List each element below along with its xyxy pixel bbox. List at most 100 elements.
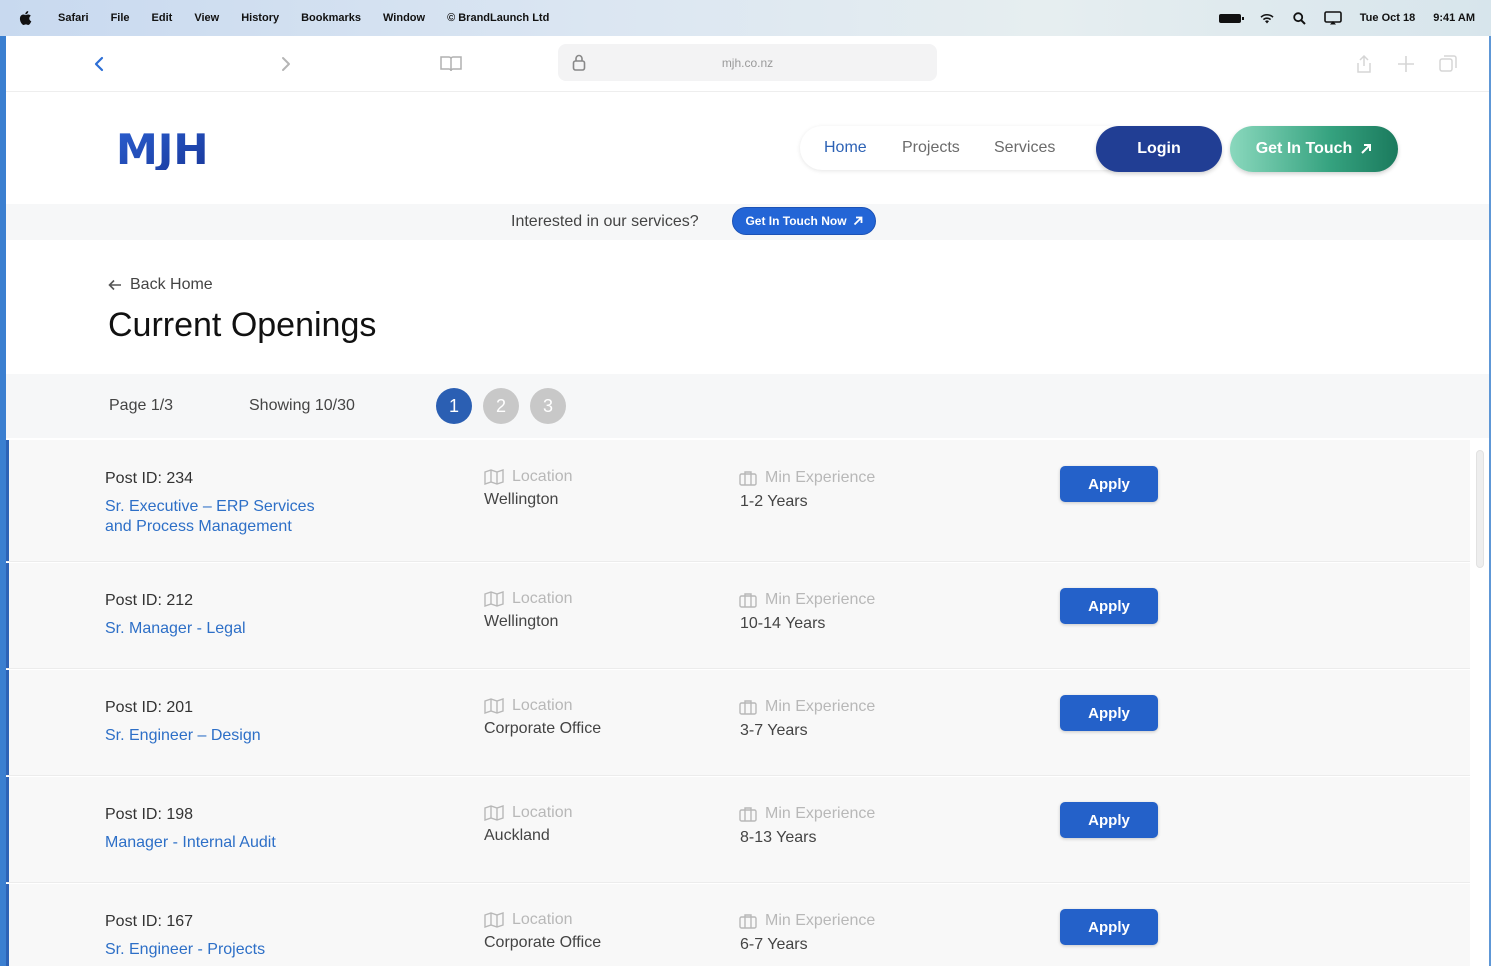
experience-value: 8-13 Years (740, 829, 817, 846)
row-accent (6, 777, 9, 882)
experience-value: 1-2 Years (740, 493, 808, 510)
location-label: Location (484, 911, 573, 929)
menu-history[interactable]: History (241, 12, 279, 24)
menu-file[interactable]: File (111, 12, 130, 24)
sidebar-book-icon[interactable] (439, 52, 463, 76)
apply-button[interactable]: Apply (1060, 695, 1158, 731)
page-indicator: Page 1/3 (109, 397, 174, 414)
row-accent (6, 563, 9, 668)
menu-bar: Safari File Edit View History Bookmarks … (0, 0, 1491, 36)
post-id: Post ID: 212 (105, 592, 194, 609)
page-button-3[interactable]: 3 (530, 388, 566, 424)
main-nav: Home Projects Services (800, 126, 1130, 170)
post-id: Post ID: 198 (105, 806, 194, 823)
post-id: Post ID: 167 (105, 913, 194, 930)
pagination-bar: Page 1/3 Showing 10/30 1 2 3 (6, 374, 1489, 438)
experience-label: Min Experience (739, 591, 875, 609)
screen-mirror-icon[interactable] (1323, 11, 1342, 25)
experience-value: 6-7 Years (740, 936, 808, 953)
scrollbar[interactable] (1472, 450, 1486, 568)
menu-edit[interactable]: Edit (152, 12, 173, 24)
mjh-logo[interactable]: MJH (116, 122, 216, 170)
apple-icon[interactable] (18, 10, 32, 26)
location-value: Wellington (484, 491, 559, 508)
location-label: Location (484, 590, 573, 608)
experience-value: 10-14 Years (740, 615, 826, 632)
scrollbar-thumb[interactable] (1476, 450, 1484, 568)
login-button[interactable]: Login (1096, 126, 1222, 172)
banner-button-label: Get In Touch Now (745, 214, 847, 228)
menu-safari[interactable]: Safari (58, 12, 89, 24)
menubar-date[interactable]: Tue Oct 18 (1360, 12, 1415, 24)
forward-arrow-icon[interactable] (274, 52, 298, 76)
nav-services[interactable]: Services (994, 139, 1055, 157)
get-in-touch-label: Get In Touch (1255, 140, 1353, 157)
nav-home[interactable]: Home (824, 139, 867, 157)
banner-text: Interested in our services? (511, 213, 699, 230)
login-label: Login (1137, 140, 1181, 157)
map-icon (484, 805, 504, 821)
row-accent (6, 884, 9, 966)
nav-projects[interactable]: Projects (902, 139, 960, 157)
apply-button[interactable]: Apply (1060, 802, 1158, 838)
page-button-2[interactable]: 2 (483, 388, 519, 424)
map-icon (484, 591, 504, 607)
back-home-label: Back Home (130, 276, 213, 293)
briefcase-icon (739, 471, 757, 486)
get-in-touch-now-button[interactable]: Get In Touch Now (732, 207, 876, 235)
experience-label: Min Experience (739, 805, 875, 823)
map-icon (484, 698, 504, 714)
page-title: Current Openings (108, 306, 377, 344)
get-in-touch-button[interactable]: Get In Touch (1230, 126, 1398, 172)
browser-window: mjh.co.nz MJH Home Projects Services Log… (6, 36, 1489, 966)
location-value: Corporate Office (484, 720, 602, 737)
logo-text: MJH (116, 125, 209, 170)
menu-window[interactable]: Window (383, 12, 425, 24)
battery-icon[interactable] (1218, 13, 1244, 23)
job-row: Post ID: 201 Sr. Engineer – Design Locat… (6, 670, 1470, 776)
experience-value: 3-7 Years (740, 722, 808, 739)
address-bar[interactable]: mjh.co.nz (558, 44, 937, 81)
new-tab-icon[interactable] (1394, 52, 1418, 76)
job-title-link[interactable]: Sr. Engineer – Design (105, 726, 345, 746)
location-label: Location (484, 804, 573, 822)
tab-overview-icon[interactable] (1436, 52, 1460, 76)
menu-copyright: © BrandLaunch Ltd (447, 12, 550, 24)
post-id: Post ID: 201 (105, 699, 194, 716)
url-text: mjh.co.nz (721, 55, 774, 70)
arrow-up-right-icon (853, 216, 862, 226)
lock-icon (572, 54, 586, 71)
location-value: Corporate Office (484, 934, 602, 951)
search-icon[interactable] (1293, 11, 1306, 25)
briefcase-icon (739, 914, 757, 929)
row-accent (6, 440, 9, 561)
services-banner: Interested in our services? Get In Touch… (6, 204, 1489, 240)
job-title-link[interactable]: Manager - Internal Audit (105, 833, 345, 853)
share-icon[interactable] (1352, 52, 1376, 76)
job-row: Post ID: 212 Sr. Manager - Legal Locatio… (6, 563, 1470, 669)
back-home-link[interactable]: Back Home (108, 276, 213, 294)
apply-button[interactable]: Apply (1060, 466, 1158, 502)
job-title-link[interactable]: Sr. Executive – ERP Services and Process… (105, 497, 345, 537)
menu-bookmarks[interactable]: Bookmarks (301, 12, 361, 24)
menubar-time[interactable]: 9:41 AM (1433, 12, 1475, 24)
arrow-left-icon (108, 279, 121, 291)
job-row: Post ID: 167 Sr. Engineer - Projects Loc… (6, 884, 1470, 966)
menu-view[interactable]: View (194, 12, 219, 24)
job-title-link[interactable]: Sr. Manager - Legal (105, 619, 345, 639)
map-icon (484, 912, 504, 928)
briefcase-icon (739, 700, 757, 715)
back-arrow-icon[interactable] (87, 52, 111, 76)
row-accent (6, 670, 9, 775)
job-list: Post ID: 234 Sr. Executive – ERP Service… (6, 440, 1470, 966)
wifi-icon[interactable] (1259, 12, 1275, 24)
arrow-up-right-icon (1361, 144, 1372, 154)
experience-label: Min Experience (739, 698, 875, 716)
apply-button[interactable]: Apply (1060, 909, 1158, 945)
post-id: Post ID: 234 (105, 470, 194, 487)
page-button-1[interactable]: 1 (436, 388, 472, 424)
job-title-link[interactable]: Sr. Engineer - Projects (105, 940, 345, 960)
site-header: MJH Home Projects Services Login Get In … (6, 92, 1489, 204)
briefcase-icon (739, 807, 757, 822)
apply-button[interactable]: Apply (1060, 588, 1158, 624)
